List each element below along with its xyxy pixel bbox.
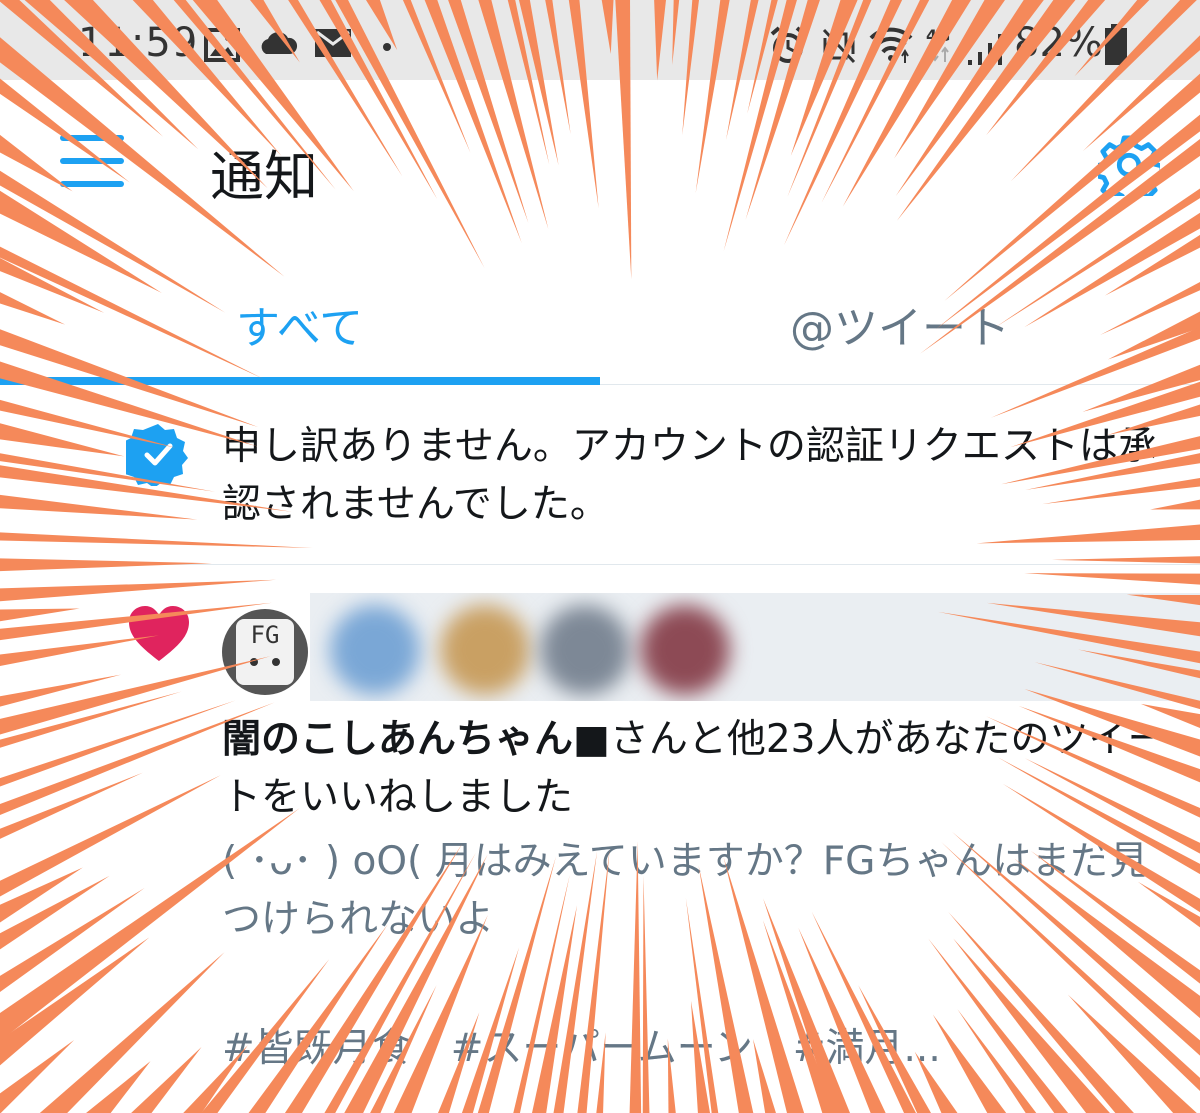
- mail-icon: [315, 29, 351, 57]
- status-time: 11:59: [78, 20, 199, 66]
- page-title: 通知: [210, 145, 318, 208]
- avatar[interactable]: [640, 605, 730, 695]
- tab-bar: すべて @ツイート: [0, 260, 1200, 385]
- tab-all-label: すべて: [236, 303, 364, 354]
- hashtag[interactable]: #スーパームーン: [451, 1026, 753, 1071]
- hashtag[interactable]: #皆既月食: [222, 1026, 411, 1071]
- avatar[interactable]: [540, 605, 630, 695]
- status-bar: 11:59 4G 82%: [0, 0, 1200, 80]
- alarm-icon: [770, 26, 806, 63]
- vibrate-icon: [822, 28, 856, 64]
- wifi-icon: [869, 27, 913, 63]
- signal-icon: [968, 34, 1002, 65]
- network-4g-icon: 4G: [926, 26, 956, 66]
- dot-icon: [383, 43, 391, 51]
- verified-badge-icon: [126, 424, 188, 486]
- cloud-icon: [261, 32, 298, 54]
- battery-percent: 82%: [1014, 20, 1103, 66]
- avatar-label: FG: [250, 621, 280, 649]
- tweet-text: ( ･ᴗ･ ) oO( 月はみえていますか？FGちゃんはまだ見つけられないよ: [222, 839, 1149, 942]
- tab-all[interactable]: すべて: [0, 260, 600, 385]
- avatar[interactable]: FG: [222, 609, 308, 695]
- notification-like[interactable]: FG 闇のこしあんちゃん■さんと他23人があなたのツイートをいいねしました ( …: [0, 565, 1200, 1113]
- avatar[interactable]: [330, 605, 420, 695]
- like-summary: 闇のこしあんちゃん■さんと他23人があなたのツイートをいいねしました: [222, 711, 1182, 827]
- image-icon: [204, 28, 240, 62]
- notification-verification[interactable]: 申し訳ありません。アカウントの認証リクエストは承認されませんでした。: [0, 384, 1200, 565]
- gear-icon[interactable]: [1098, 134, 1160, 196]
- battery-icon: [1105, 24, 1127, 65]
- tab-mentions-label: @ツイート: [790, 303, 1010, 354]
- tab-mentions[interactable]: @ツイート: [600, 260, 1200, 384]
- blurred-avatars: [310, 593, 1200, 701]
- menu-button[interactable]: [60, 135, 126, 191]
- notification-text: 申し訳ありません。アカウントの認証リクエストは承認されませんでした。: [222, 424, 1157, 527]
- heart-icon: [129, 606, 189, 661]
- liker-name[interactable]: 闇のこしあんちゃん■: [222, 717, 610, 762]
- network-label: 4G: [926, 26, 951, 45]
- tweet-hashtags: #皆既月食 #スーパームーン #満月...: [222, 1017, 1182, 1073]
- hashtag[interactable]: #満月...: [793, 1026, 941, 1071]
- avatar[interactable]: [440, 605, 530, 695]
